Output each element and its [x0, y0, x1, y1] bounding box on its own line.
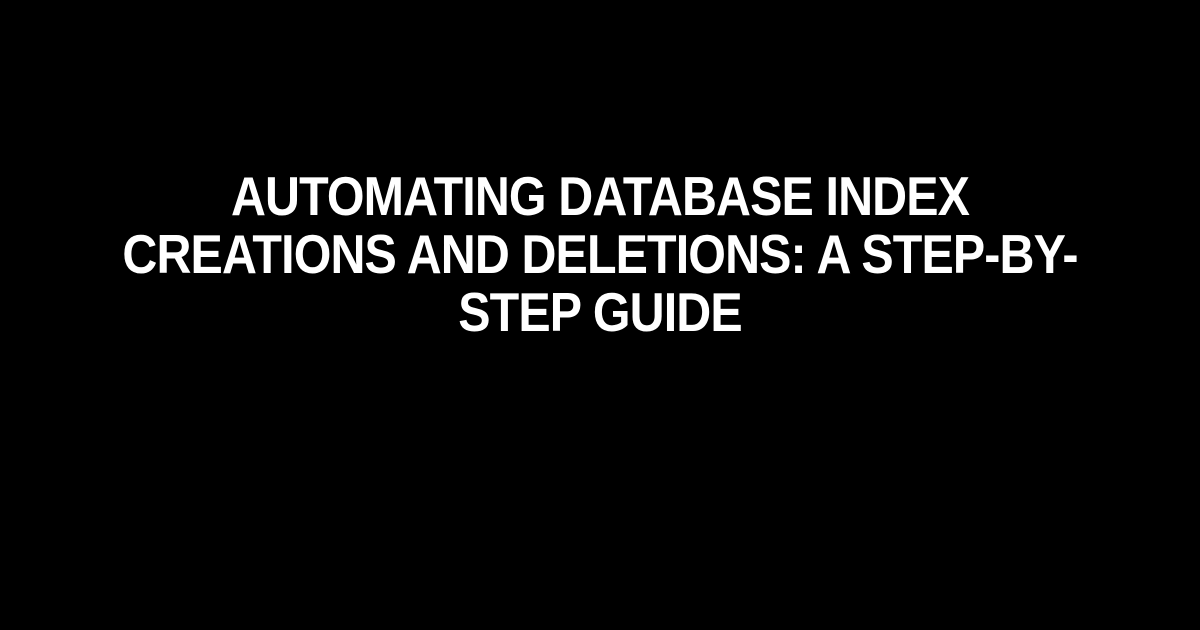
- page-title: Automating Database Index Creations and …: [72, 168, 1128, 341]
